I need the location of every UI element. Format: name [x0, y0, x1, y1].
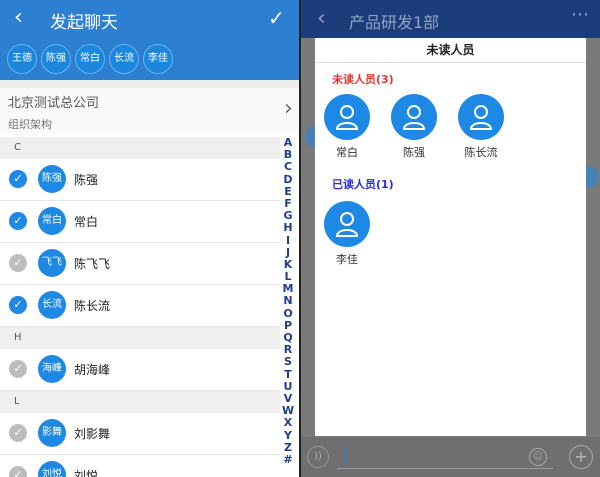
selected-chip[interactable]: 长流 — [109, 44, 139, 74]
index-letter[interactable]: D — [282, 173, 294, 186]
chat-title: 产品研发1部 — [349, 13, 440, 32]
person-icon — [391, 94, 437, 140]
member-name: 常白 — [336, 146, 358, 159]
index-letter[interactable]: T — [282, 368, 294, 381]
alphabet-index[interactable]: A B C D E F G H I J K L M N O P Q R S T U V W X Y Z # — [282, 136, 294, 466]
back-icon[interactable]: ‹ — [317, 6, 326, 31]
contact-row[interactable]: ✓ 常白 常白 — [0, 201, 280, 243]
contact-name: 陈飞飞 — [74, 257, 111, 271]
index-letter[interactable]: X — [282, 417, 294, 429]
avatar: 影舞 — [38, 419, 66, 447]
checkbox-icon[interactable]: ✓ — [9, 466, 27, 477]
avatar: 常白 — [38, 207, 66, 235]
read-section-label: 已读人员(1) — [332, 178, 394, 191]
divider — [0, 80, 299, 88]
member-item[interactable]: 陈长流 — [451, 94, 511, 160]
group-chat-panel: ‹ 产品研发1部 ⋯ 未读人员 未读人员(3) 常白 陈强 陈长流 已读人员(1… — [301, 0, 600, 477]
index-letter[interactable]: H — [282, 222, 294, 234]
contact-row[interactable]: ✓ 海峰 胡海峰 — [0, 349, 280, 391]
person-icon — [458, 94, 504, 140]
org-subtitle: 组织架构 — [8, 118, 52, 131]
contact-row[interactable]: ✓ 刘悦 刘悦 — [0, 455, 280, 477]
checkbox-icon[interactable]: ✓ — [9, 170, 27, 188]
voice-icon[interactable]: )) — [307, 446, 329, 468]
contact-row[interactable]: ✓ 陈强 陈强 — [0, 159, 280, 201]
avatar: 长流 — [38, 291, 66, 319]
index-letter[interactable]: Y — [282, 429, 294, 442]
index-letter[interactable]: N — [282, 295, 294, 307]
back-icon[interactable]: ‹ — [14, 6, 23, 30]
message-input[interactable] — [337, 444, 553, 469]
more-icon[interactable]: ⋯ — [571, 4, 590, 25]
selected-members-bar: 王德 陈强 常白 长流 李佳 — [0, 38, 299, 80]
contact-row[interactable]: ✓ 飞飞 陈飞飞 — [0, 243, 280, 285]
member-name: 陈长流 — [464, 146, 498, 159]
member-item[interactable]: 李佳 — [317, 201, 377, 267]
selected-chip[interactable]: 王德 — [7, 44, 37, 74]
checkbox-icon[interactable]: ✓ — [9, 360, 27, 378]
text-cursor — [345, 447, 346, 465]
checkbox-icon[interactable]: ✓ — [9, 424, 27, 442]
org-structure-item[interactable]: 北京测试总公司 组织架构 › — [0, 88, 299, 134]
contact-name: 常白 — [74, 215, 99, 229]
start-chat-header: ‹ 发起聊天 ✓ — [0, 0, 299, 38]
chat-header: ‹ 产品研发1部 ⋯ — [301, 0, 600, 38]
avatar: 海峰 — [38, 355, 66, 383]
contact-name: 刘影舞 — [74, 427, 111, 441]
section-header: C — [0, 137, 280, 159]
member-item[interactable]: 常白 — [317, 94, 377, 160]
section-header: L — [0, 391, 280, 413]
index-letter[interactable]: C — [282, 161, 294, 173]
org-name: 北京测试总公司 — [8, 96, 100, 111]
index-letter[interactable]: I — [282, 234, 294, 247]
checkbox-icon[interactable]: ✓ — [9, 296, 27, 314]
check-icon[interactable]: ✓ — [268, 6, 285, 30]
selected-chip[interactable]: 李佳 — [143, 44, 173, 74]
member-name: 陈强 — [403, 146, 425, 159]
person-icon — [324, 201, 370, 247]
chevron-right-icon: › — [284, 96, 293, 121]
contact-row[interactable]: ✓ 影舞 刘影舞 — [0, 413, 280, 455]
checkbox-icon[interactable]: ✓ — [9, 254, 27, 272]
contact-row[interactable]: ✓ 长流 陈长流 — [0, 285, 280, 327]
index-letter[interactable]: S — [282, 356, 294, 368]
contact-name: 胡海峰 — [74, 363, 111, 377]
selected-chip[interactable]: 陈强 — [41, 44, 71, 74]
page-title: 发起聊天 — [50, 13, 118, 33]
member-item[interactable]: 陈强 — [384, 94, 444, 160]
member-name: 李佳 — [336, 253, 358, 266]
avatar: 飞飞 — [38, 249, 66, 277]
selected-chip[interactable]: 常白 — [75, 44, 105, 74]
contact-name: 刘悦 — [74, 469, 99, 477]
contact-name: 陈强 — [74, 173, 99, 187]
plus-icon[interactable]: + — [569, 445, 593, 469]
start-chat-panel: ‹ 发起聊天 ✓ 王德 陈强 常白 长流 李佳 北京测试总公司 组织架构 › C… — [0, 0, 299, 477]
unread-members-dialog: 未读人员 未读人员(3) 常白 陈强 陈长流 已读人员(1) 李佳 — [315, 38, 586, 436]
index-letter[interactable]: O — [282, 307, 294, 320]
avatar: 刘悦 — [38, 461, 66, 477]
person-icon — [324, 94, 370, 140]
emoji-icon[interactable]: ☺ — [529, 448, 547, 466]
section-header: H — [0, 327, 280, 349]
avatar: 陈强 — [38, 165, 66, 193]
chat-input-bar: )) ☺ + — [301, 437, 600, 477]
index-letter[interactable]: # — [282, 453, 294, 466]
checkbox-icon[interactable]: ✓ — [9, 212, 27, 230]
contact-name: 陈长流 — [74, 299, 111, 313]
dialog-title: 未读人员 — [315, 38, 586, 63]
unread-section-label: 未读人员(3) — [332, 73, 394, 86]
